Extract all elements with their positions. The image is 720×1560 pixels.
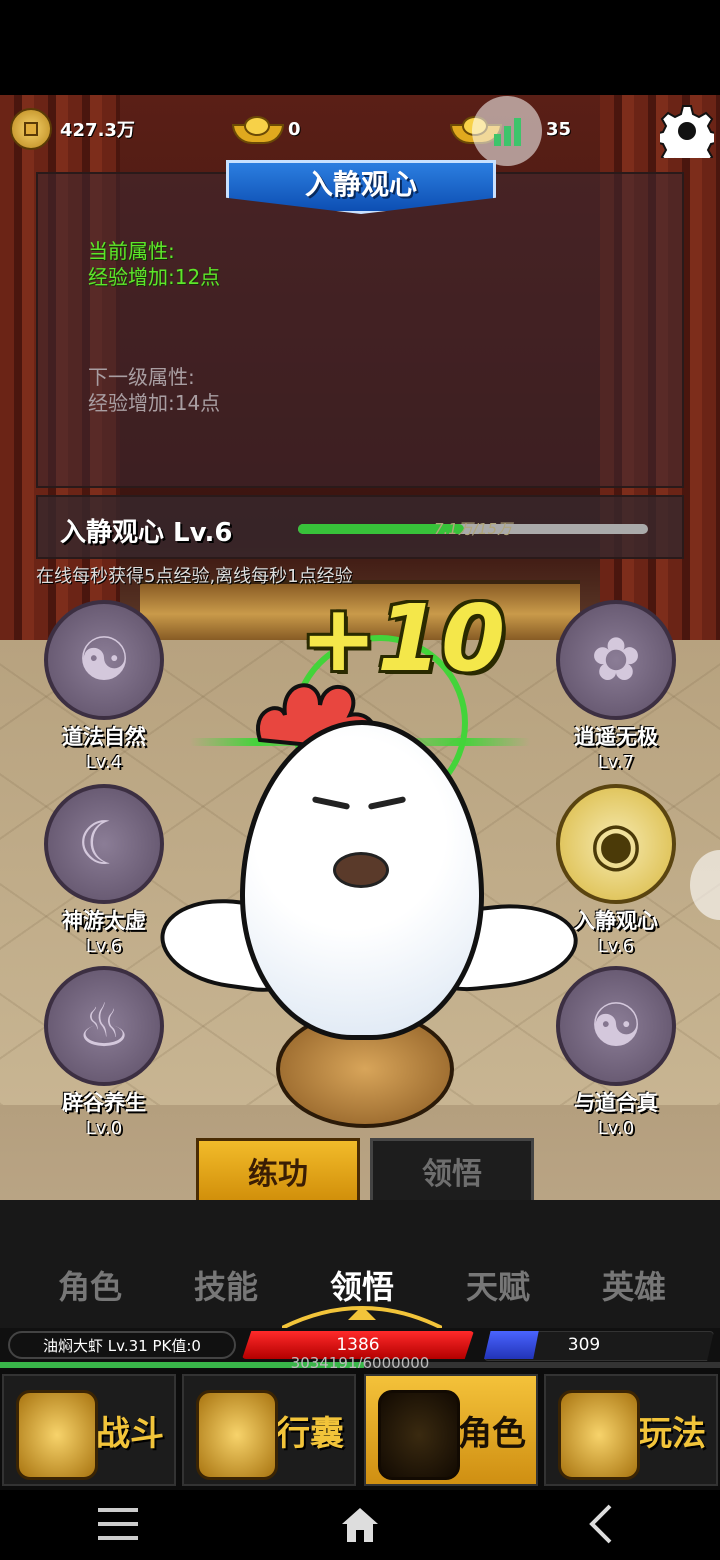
lotus-icon: ✿ bbox=[590, 625, 642, 695]
tab-character[interactable]: 角色 bbox=[30, 1262, 150, 1308]
current-attr-value: 经验增加:12点 bbox=[88, 265, 221, 289]
current-attr-label: 当前属性: bbox=[88, 239, 175, 263]
skill-name: 与道合真 bbox=[574, 1091, 658, 1115]
network-signal-icon[interactable] bbox=[472, 96, 542, 166]
nav-battle[interactable]: 战斗 bbox=[2, 1374, 176, 1486]
skill-rujing-guanxin[interactable]: ◉ bbox=[556, 784, 676, 904]
tab-talent[interactable]: 天赋 bbox=[438, 1262, 558, 1308]
skill-level: Lv.6 bbox=[597, 936, 635, 957]
skill-level: Lv.6 bbox=[85, 936, 123, 957]
eye-icon: ◉ bbox=[589, 809, 643, 879]
skill-name: 道法自然 bbox=[62, 725, 146, 749]
skill-name: 神游太虚 bbox=[62, 909, 146, 933]
gold-ingot-amount: 0 bbox=[288, 118, 301, 140]
next-attr-label: 下一级属性: bbox=[88, 365, 195, 389]
menu-icon[interactable] bbox=[98, 1506, 142, 1542]
skill-name: 逍遥无极 bbox=[574, 725, 658, 749]
skill-shenyou-taixu[interactable]: ☾ bbox=[44, 784, 164, 904]
back-icon[interactable] bbox=[586, 1502, 616, 1546]
nav-bag[interactable]: 行囊 bbox=[182, 1374, 356, 1486]
chicken-mouth bbox=[333, 852, 389, 888]
skill-level: Lv.7 bbox=[597, 752, 635, 773]
settings-gear-icon[interactable] bbox=[660, 104, 714, 158]
next-attr-value: 经验增加:14点 bbox=[88, 391, 221, 415]
gold-ingot-icon bbox=[232, 114, 284, 144]
nav-label: 玩法 bbox=[638, 1413, 706, 1454]
skill-level-label: 入静观心 Lv.6 bbox=[60, 518, 233, 548]
exp-progress-text: 7.1万/15万 bbox=[434, 520, 512, 538]
hp-value: 1386 bbox=[336, 1335, 380, 1355]
copper-amount: 427.3万 bbox=[60, 120, 135, 141]
bagua-icon: ☯ bbox=[77, 625, 131, 695]
nav-character[interactable]: 角色 bbox=[364, 1374, 538, 1486]
skill-name: 辟谷养生 bbox=[62, 1091, 146, 1115]
skill-xiaoyao-wuji[interactable]: ✿ bbox=[556, 600, 676, 720]
gourd-icon: ♨ bbox=[77, 991, 131, 1061]
skill-level: Lv.4 bbox=[85, 752, 123, 773]
nav-label: 行囊 bbox=[276, 1413, 344, 1454]
status-bar bbox=[0, 0, 720, 95]
other-ingot-amount: 35 bbox=[546, 118, 572, 140]
cloud-swirl-icon: ☾ bbox=[77, 809, 131, 879]
nav-label: 角色 bbox=[458, 1413, 526, 1454]
gameplay-icon bbox=[558, 1390, 640, 1480]
yinyang-icon: ☯ bbox=[589, 991, 643, 1061]
gold-ingot-counter: 0 bbox=[232, 110, 301, 148]
home-icon[interactable] bbox=[338, 1502, 382, 1546]
battle-icon bbox=[16, 1390, 98, 1480]
tab-skills[interactable]: 技能 bbox=[166, 1262, 286, 1308]
copper-coin-icon bbox=[10, 108, 52, 150]
skill-bigu-yangsheng[interactable]: ♨ bbox=[44, 966, 164, 1086]
nav-gameplay[interactable]: 玩法 bbox=[544, 1374, 718, 1486]
tab-heroes[interactable]: 英雄 bbox=[574, 1262, 694, 1308]
skill-daofa-ziran[interactable]: ☯ bbox=[44, 600, 164, 720]
character-icon bbox=[378, 1390, 460, 1480]
bag-icon bbox=[196, 1390, 278, 1480]
skill-name: 入静观心 bbox=[574, 909, 658, 933]
skill-level: Lv.0 bbox=[597, 1118, 635, 1139]
tab-selected-marker bbox=[282, 1306, 442, 1330]
copper-counter: 427.3万 bbox=[10, 108, 135, 150]
insight-button[interactable]: 领悟 bbox=[370, 1138, 534, 1204]
skill-level: Lv.0 bbox=[85, 1118, 123, 1139]
exp-gain-float: +10 bbox=[300, 585, 506, 692]
practice-button[interactable]: 练功 bbox=[196, 1138, 360, 1204]
attribute-panel bbox=[36, 172, 684, 488]
skill-yudao-hezhen[interactable]: ☯ bbox=[556, 966, 676, 1086]
nav-label: 战斗 bbox=[96, 1413, 164, 1454]
